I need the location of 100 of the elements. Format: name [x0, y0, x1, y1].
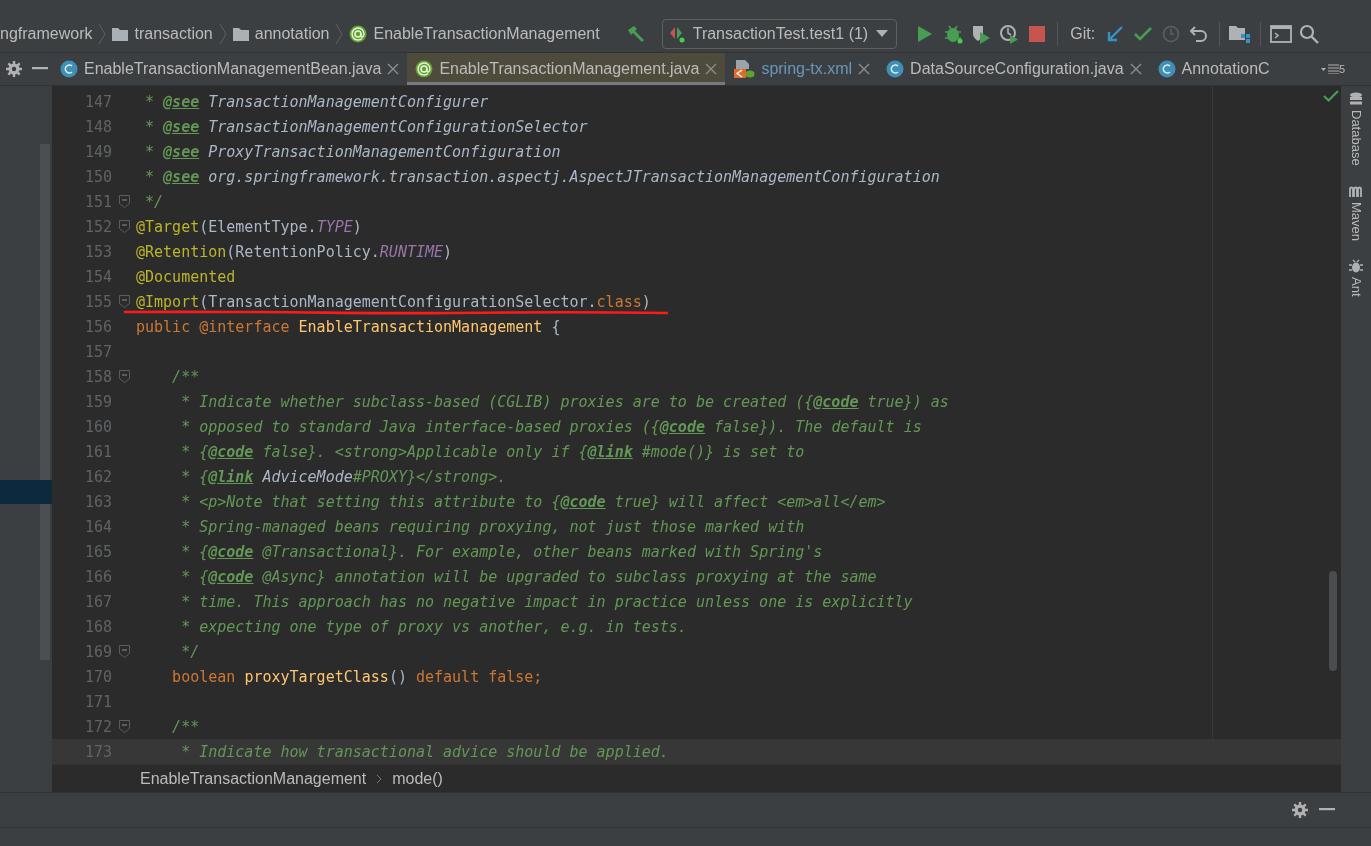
folder-icon — [232, 27, 249, 41]
side-tool-tab[interactable]: Maven — [1348, 183, 1364, 241]
side-tool-tab[interactable]: Ant — [1348, 258, 1364, 297]
minimize-icon — [1319, 808, 1335, 812]
line-number: 157 — [83, 342, 112, 361]
line-number: 153 — [83, 242, 112, 261]
code-line: * expecting one type of proxy vs another, e.g. in tests. — [180, 617, 687, 636]
bug-icon — [1349, 258, 1363, 273]
breadcrumb-item[interactable]: EnableTransactionManagement — [349, 25, 600, 43]
code-line: * {@code @Async} annotation will be upgraded to subclass proxying at the same — [180, 567, 877, 586]
file-tab[interactable]: AnnotationC — [1149, 53, 1278, 85]
line-number: 159 — [83, 392, 112, 411]
line-number: 168 — [83, 617, 112, 636]
file-tab[interactable]: DataSourceConfiguration.java — [878, 53, 1150, 85]
line-number: 158 — [83, 367, 112, 386]
class-icon — [60, 60, 78, 78]
code-line: * <p>Note that setting this attribute to {@code true} will affect <em>all</em> — [180, 492, 886, 511]
breadcrumb-item[interactable]: mode() — [392, 769, 443, 788]
fold-marker-icon[interactable] — [118, 645, 130, 658]
fold-marker-icon[interactable] — [118, 195, 130, 208]
run-configuration-dropdown[interactable]: TransactionTest.test1 (1) — [661, 19, 898, 49]
code-editor[interactable] — [52, 86, 1341, 792]
file-tab[interactable]: EnableTransactionManagementBean.java — [52, 53, 408, 85]
class-icon — [886, 60, 905, 78]
code-line: @Target(ElementType.TYPE) — [136, 217, 362, 236]
line-number: 156 — [83, 317, 112, 336]
file-tab[interactable]: EnableTransactionManagement.java — [407, 53, 726, 85]
line-number: 172 — [83, 717, 112, 736]
chevron-icon — [376, 773, 383, 784]
line-number: 147 — [83, 92, 112, 111]
code-line: /** — [171, 367, 200, 386]
line-number: 151 — [83, 192, 112, 211]
settings-icon — [4, 60, 23, 78]
file-tab[interactable]: spring-tx.xml — [725, 53, 879, 85]
code-line: boolean proxyTargetClass() default false; — [171, 667, 543, 686]
tab-overflow-count[interactable]: 5 — [1320, 53, 1371, 85]
breadcrumb-item[interactable]: annotation — [232, 25, 330, 43]
code-line: * @see TransactionManagementConfigurer — [144, 92, 489, 111]
side-tool-tab[interactable]: Database — [1348, 92, 1364, 166]
code-line: */ — [180, 642, 200, 661]
code-line: * {@link AdviceMode#PROXY}</strong>. — [180, 467, 507, 486]
line-number: 149 — [83, 142, 112, 161]
minimize-icon — [31, 67, 48, 71]
fold-marker-icon[interactable] — [118, 720, 130, 733]
code-line: public @interface EnableTransactionManagement { — [136, 317, 561, 336]
annotation-icon — [415, 60, 434, 78]
code-line: */ — [144, 192, 164, 211]
close-icon[interactable] — [387, 63, 400, 75]
line-number: 165 — [83, 542, 112, 561]
hammer-icon — [625, 24, 646, 44]
code-line: * opposed to standard Java interface-based proxies ({@code false}). The default is — [180, 417, 922, 436]
line-number: 167 — [83, 592, 112, 611]
line-number: 162 — [83, 467, 112, 486]
line-number: 148 — [83, 117, 112, 136]
line-number: 169 — [83, 642, 112, 661]
line-number: 166 — [83, 567, 112, 586]
code-line: @Import(TransactionManagementConfigurationSelector.class) — [136, 292, 651, 311]
fold-marker-icon[interactable] — [118, 295, 130, 308]
list-icon — [1320, 64, 1339, 74]
annotation-icon — [349, 25, 368, 43]
git-label: Git: — [1070, 25, 1096, 43]
chevron-icon — [335, 23, 344, 45]
code-line: * Spring-managed beans requiring proxying, not just those marked with — [180, 517, 805, 536]
code-line: @Retention(RetentionPolicy.RUNTIME) — [136, 242, 453, 261]
fold-marker-icon[interactable] — [118, 370, 130, 383]
class-icon — [1157, 60, 1176, 78]
breadcrumb-item[interactable]: transaction — [112, 25, 213, 43]
close-icon[interactable] — [705, 63, 718, 75]
chevron-icon — [98, 23, 107, 45]
code-line: * @see org.springframework.transaction.aspectj.AspectJTransactionManagementConfiguration — [144, 167, 940, 186]
checkmark-icon — [1323, 90, 1339, 102]
line-number: 163 — [83, 492, 112, 511]
folder-icon — [112, 27, 129, 41]
code-line: * Indicate whether subclass-based (CGLIB) proxies are to be created ({@code true}) as — [180, 392, 949, 411]
code-line: * {@code @Transactional}. For example, other beans marked with Spring's — [180, 542, 823, 561]
database-icon — [1349, 92, 1363, 106]
line-number: 170 — [83, 667, 112, 686]
code-line: @Documented — [136, 267, 236, 286]
chevron-icon — [218, 23, 227, 45]
breadcrumb-item[interactable]: ngframework — [0, 25, 93, 43]
scrollbar[interactable] — [1329, 571, 1337, 671]
code-line: * Indicate how transactional advice should be applied. — [180, 742, 669, 761]
scrollbar[interactable] — [40, 144, 50, 660]
line-number: 161 — [83, 442, 112, 461]
code-line: * @see ProxyTransactionManagementConfiguration — [144, 142, 561, 161]
breadcrumb-item[interactable]: EnableTransactionManagement — [140, 769, 367, 788]
code-line: * {@code false}. <strong>Applicable only if {@link #mode()} is set to — [180, 442, 805, 461]
line-number: 160 — [83, 417, 112, 436]
code-line: /** — [171, 717, 200, 736]
fold-marker-icon[interactable] — [118, 220, 130, 233]
close-icon[interactable] — [1129, 63, 1142, 75]
code-line: * time. This approach has no negative impact in practice unless one is explicitly — [180, 592, 913, 611]
line-number: 150 — [83, 167, 112, 186]
caret-icon — [876, 30, 889, 38]
junit-icon — [668, 25, 685, 43]
settings-icon — [1291, 801, 1309, 819]
line-number: 152 — [83, 217, 112, 236]
line-number: 171 — [83, 692, 112, 711]
close-icon[interactable] — [858, 63, 871, 75]
code-line: * @see TransactionManagementConfigurationSelector — [144, 117, 588, 136]
